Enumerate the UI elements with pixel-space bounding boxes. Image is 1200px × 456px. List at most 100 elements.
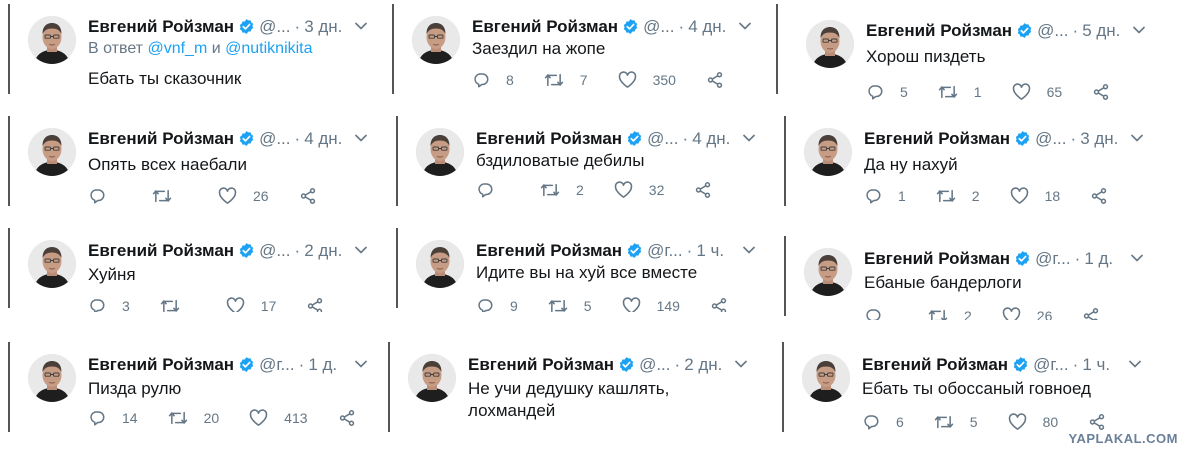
author-handle[interactable]: @... [639,355,670,374]
reply-button[interactable]: 9 [476,297,518,312]
timestamp[interactable]: 4 дн. [688,17,726,36]
timestamp[interactable]: 2 дн. [304,241,342,260]
like-button[interactable]: 350 [618,71,676,89]
like-button[interactable]: 149 [622,297,680,312]
reply-button[interactable]: 8 [472,71,514,89]
author-handle[interactable]: @... [259,129,290,148]
tweet-card[interactable]: Евгений Ройзман @г... · 1 д. Ебаные бандерл… [786,236,1158,320]
chevron-down-icon[interactable] [1130,250,1144,268]
retweet-button[interactable] [160,297,196,312]
avatar[interactable] [28,240,76,288]
reply-user-link[interactable]: @nutiknikita [225,40,312,57]
like-button[interactable]: 18 [1010,187,1060,205]
tweet-card[interactable]: Евгений Ройзман @... · 3 дн. Да ну нахуй 1 … [786,116,1158,212]
retweet-button[interactable]: 2 [928,307,972,320]
chevron-down-icon[interactable] [354,18,368,36]
timestamp[interactable]: 1 д. [308,355,337,374]
chevron-down-icon[interactable] [354,242,368,260]
tweet-card[interactable]: Евгений Ройзман @... · 3 дн. В ответ @vnf_m… [10,4,382,100]
avatar[interactable] [28,128,76,176]
author-handle[interactable]: @... [259,17,290,36]
reply-button[interactable]: 3 [88,297,130,312]
tweet-card[interactable]: Евгений Ройзман @... · 5 дн. Хорош пиздеть … [788,8,1160,104]
avatar[interactable] [416,240,464,288]
reply-button[interactable]: 1 [864,187,906,205]
reply-user-link[interactable]: @vnf_m [147,40,207,57]
timestamp[interactable]: 1 ч. [696,241,724,260]
author-handle[interactable]: @г... [647,241,683,260]
share-button[interactable] [1092,83,1126,101]
chevron-down-icon[interactable] [734,356,748,374]
author-name[interactable]: Евгений Ройзман [476,241,622,260]
avatar[interactable] [28,354,76,402]
author-name[interactable]: Евгений Ройзман [864,249,1010,268]
author-name[interactable]: Евгений Ройзман [476,129,622,148]
timestamp[interactable]: 3 дн. [1080,129,1118,148]
reply-button[interactable]: 6 [862,413,904,431]
author-handle[interactable]: @... [259,241,290,260]
share-button[interactable] [706,71,740,89]
retweet-button[interactable]: 5 [934,413,978,431]
avatar[interactable] [802,354,850,402]
like-button[interactable]: 80 [1008,413,1058,431]
timestamp[interactable]: 4 дн. [304,129,342,148]
share-button[interactable] [1090,187,1124,205]
timestamp[interactable]: 5 дн. [1082,21,1120,40]
author-handle[interactable]: @... [647,129,678,148]
like-button[interactable]: 413 [249,409,308,427]
tweet-card[interactable]: Евгений Ройзман @... · 4 дн. Заездил на жоп… [394,4,766,100]
author-handle[interactable]: @... [643,17,674,36]
tweet-card[interactable]: Евгений Ройзман @г... · 1 ч. Идите вы на ху… [398,228,770,312]
chevron-down-icon[interactable] [354,130,368,148]
reply-button[interactable] [476,181,510,199]
like-button[interactable]: 32 [614,181,664,199]
author-name[interactable]: Евгений Ройзман [88,241,234,260]
avatar[interactable] [804,248,852,296]
author-name[interactable]: Евгений Ройзман [862,355,1008,374]
reply-button[interactable] [864,307,898,320]
timestamp[interactable]: 1 ч. [1082,355,1110,374]
timestamp[interactable]: 4 дн. [692,129,730,148]
chevron-down-icon[interactable] [1132,22,1146,40]
retweet-button[interactable] [152,187,188,205]
retweet-button[interactable]: 20 [168,409,219,427]
avatar[interactable] [28,16,76,64]
author-name[interactable]: Евгений Ройзман [472,17,618,36]
share-button[interactable] [1088,413,1122,431]
author-handle[interactable]: @г... [1033,355,1069,374]
retweet-button[interactable]: 7 [544,71,588,89]
like-button[interactable]: 65 [1012,83,1062,101]
author-name[interactable]: Евгений Ройзман [864,129,1010,148]
timestamp[interactable]: 2 дн. [684,355,722,374]
chevron-down-icon[interactable] [1130,130,1144,148]
like-button[interactable]: 26 [1002,307,1052,320]
tweet-card[interactable]: Евгений Ройзман @... · 4 дн. Опять всех нае… [10,116,382,212]
share-button[interactable] [694,181,728,199]
author-name[interactable]: Евгений Ройзман [866,21,1012,40]
chevron-down-icon[interactable] [1128,356,1142,374]
author-name[interactable]: Евгений Ройзман [88,355,234,374]
share-button[interactable] [1082,307,1116,320]
share-button[interactable] [338,409,372,427]
timestamp[interactable]: 3 дн. [304,17,342,36]
author-handle[interactable]: @... [1037,21,1068,40]
tweet-card[interactable]: Евгений Ройзман @г... · 1 д. Пизда рулю 14 … [10,342,382,438]
tweet-card[interactable]: Евгений Ройзман @... · 2 дн. Не учи дедушку… [390,342,762,438]
author-handle[interactable]: @г... [259,355,295,374]
chevron-down-icon[interactable] [742,130,756,148]
author-name[interactable]: Евгений Ройзман [468,355,614,374]
retweet-button[interactable]: 2 [936,187,980,205]
author-handle[interactable]: @... [1035,129,1066,148]
timestamp[interactable]: 1 д. [1084,249,1113,268]
share-button[interactable] [710,297,744,312]
retweet-button[interactable]: 2 [540,181,584,199]
like-button[interactable]: 17 [226,297,276,312]
share-button[interactable] [306,297,340,312]
avatar[interactable] [804,128,852,176]
reply-button[interactable]: 14 [88,409,138,427]
author-name[interactable]: Евгений Ройзман [88,129,234,148]
like-button[interactable]: 26 [218,187,269,205]
retweet-button[interactable]: 5 [548,297,592,312]
chevron-down-icon[interactable] [742,242,756,260]
author-name[interactable]: Евгений Ройзман [88,17,234,36]
